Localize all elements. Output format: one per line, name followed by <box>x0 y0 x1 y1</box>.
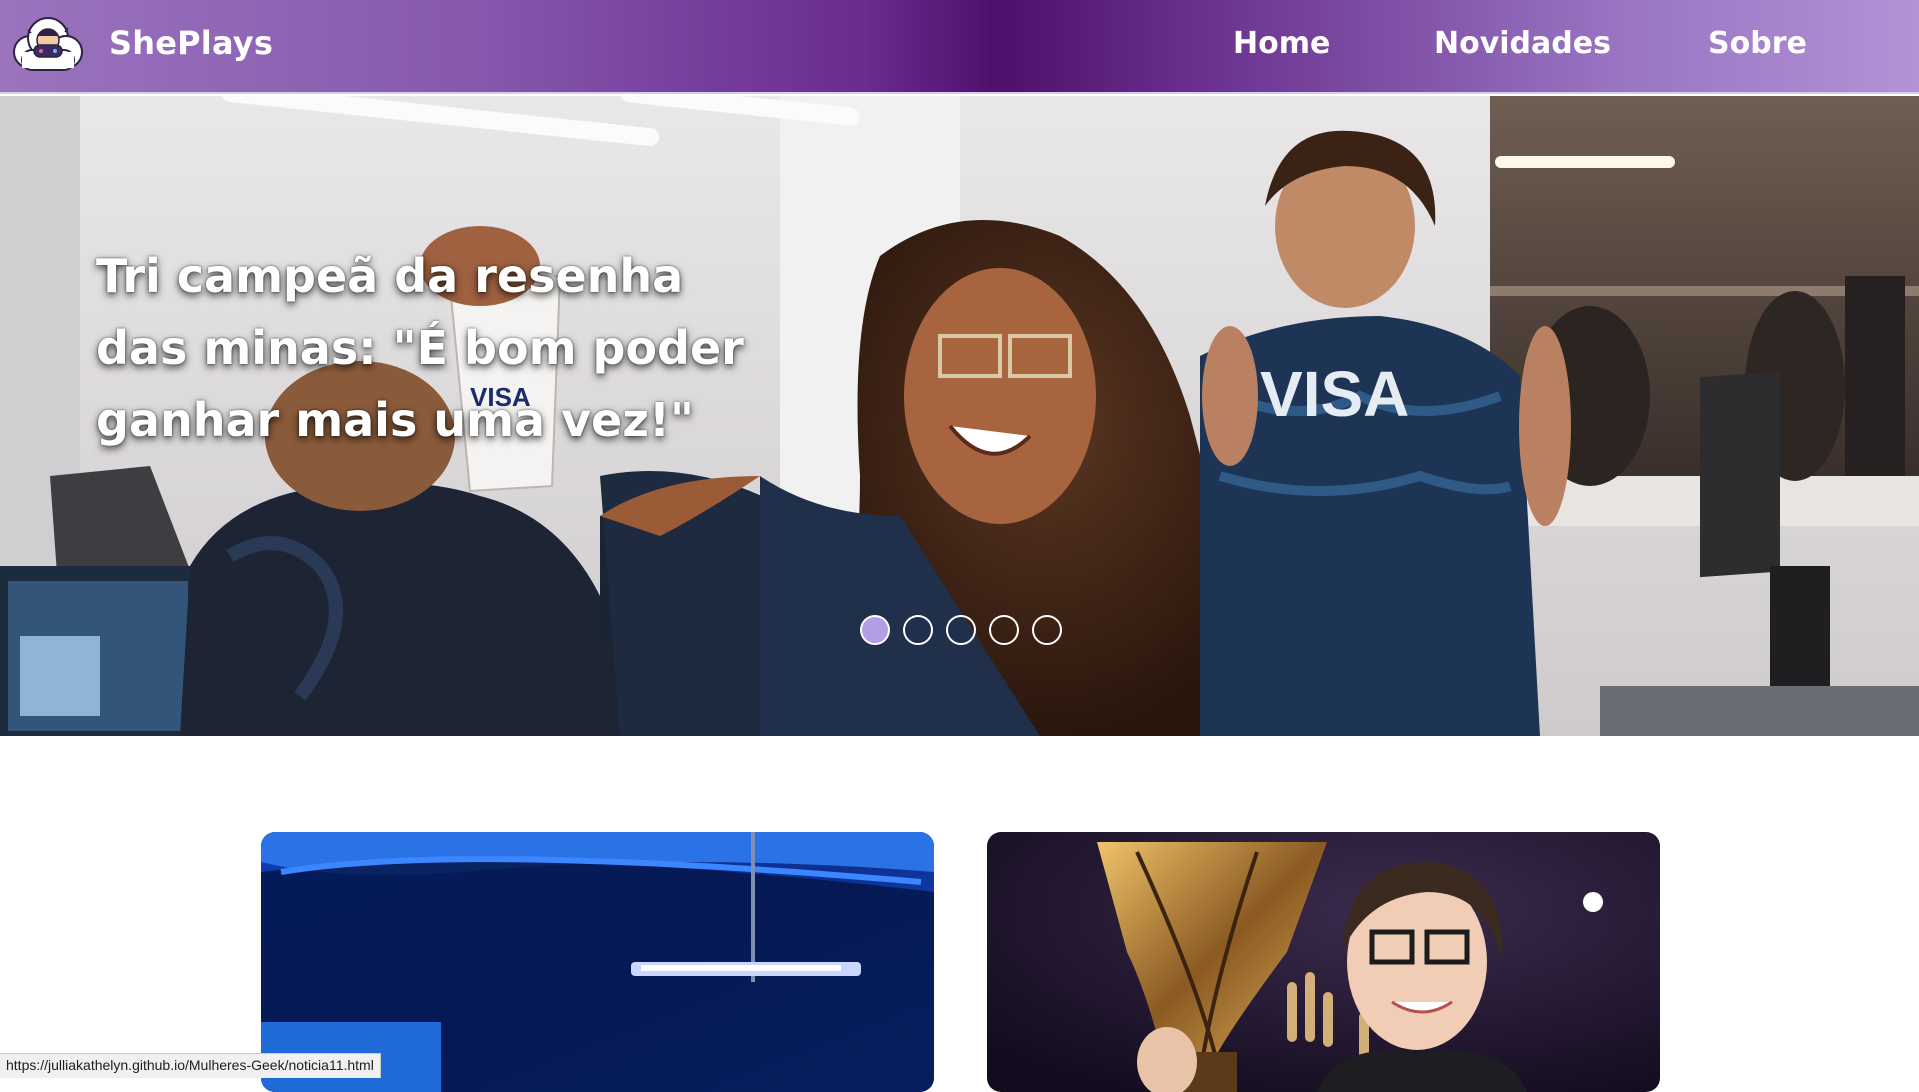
carousel-dots <box>860 615 1062 645</box>
carousel-dot-4[interactable] <box>989 615 1019 645</box>
brand-name[interactable]: ShePlays <box>109 24 273 62</box>
hero-carousel[interactable]: VISA VISA Tri campeã da resenha das mina… <box>0 96 1919 736</box>
carousel-dot-5[interactable] <box>1032 615 1062 645</box>
carousel-dot-3[interactable] <box>946 615 976 645</box>
svg-text:VISA: VISA <box>1260 358 1409 430</box>
hero-headline[interactable]: Tri campeã da resenha das minas: "É bom … <box>96 240 756 456</box>
nav-sobre-link[interactable]: Sobre <box>1708 26 1807 61</box>
carousel-dot-1[interactable] <box>860 615 890 645</box>
nav-home-link[interactable]: Home <box>1233 26 1330 61</box>
news-card-2[interactable] <box>987 832 1660 1092</box>
site-header: ShePlays Home Novidades Sobre <box>0 0 1919 94</box>
trophy-winner-image <box>987 832 1660 1092</box>
gamer-cloud-logo-icon[interactable] <box>8 12 88 80</box>
carousel-dot-2[interactable] <box>903 615 933 645</box>
status-bar-url: https://julliakathelyn.github.io/Mulhere… <box>0 1053 381 1078</box>
nav-novidades-link[interactable]: Novidades <box>1434 26 1611 61</box>
